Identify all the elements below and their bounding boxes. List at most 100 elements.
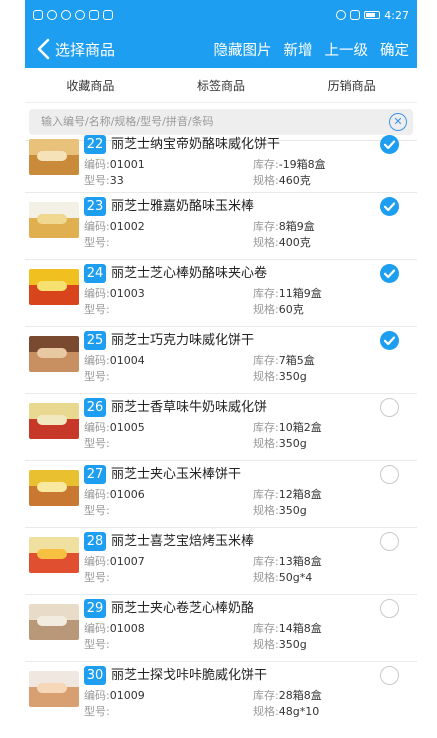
list-item[interactable]: 28 丽芝士喜芝宝焙烤玉米棒 编码:01007 型号: 库存:13箱8盒 规格:50g*4 xyxy=(25,528,417,595)
list-item[interactable]: 30 丽芝士探戈咔咔脆威化饼干 编码:01009 型号: 库存:28箱8盒 规格:48g*… xyxy=(25,662,417,722)
app-icon xyxy=(61,10,71,20)
product-name: 丽芝士喜芝宝焙烤玉米棒 xyxy=(111,534,255,549)
product-code: 编码:01006 xyxy=(84,487,145,502)
spec-value: 350g xyxy=(278,504,307,517)
status-time: 4:27 xyxy=(384,8,409,22)
tab-sales-history[interactable]: 历销商品 xyxy=(328,77,376,94)
product-name: 丽芝士夹心卷芝心棒奶酪 xyxy=(111,601,255,616)
checkmark-icon xyxy=(383,269,396,279)
stock-value: 14箱8盒 xyxy=(278,622,322,635)
code-label: 编码: xyxy=(84,421,110,434)
chevron-left-icon xyxy=(37,38,50,60)
phone-screen: 4:27 选择商品 隐藏图片 新增 上一级 确定 收藏商品 标签商品 历销商品 … xyxy=(25,0,417,722)
stock-label: 库存: xyxy=(253,158,279,171)
product-index-badge: 25 xyxy=(84,331,106,350)
code-value: 01001 xyxy=(109,158,145,171)
product-spec: 规格:350g xyxy=(253,436,307,451)
tab-tagged[interactable]: 标签商品 xyxy=(197,77,245,94)
notification-icon xyxy=(33,10,43,20)
product-stock: 库存:10箱2盒 xyxy=(253,420,322,435)
spec-value: 48g*10 xyxy=(278,705,320,718)
model-label: 型号: xyxy=(84,303,110,316)
product-name: 丽芝士纳宝帝奶酪味威化饼干 xyxy=(111,137,281,152)
product-stock: 库存:13箱8盒 xyxy=(253,554,322,569)
model-label: 型号: xyxy=(84,370,110,383)
product-code: 编码:01005 xyxy=(84,420,145,435)
stock-label: 库存: xyxy=(253,555,279,568)
product-spec: 规格:50g*4 xyxy=(253,570,312,585)
search-box: ✕ xyxy=(29,108,413,135)
product-image xyxy=(29,336,79,372)
hide-images-button[interactable]: 隐藏图片 xyxy=(214,39,272,60)
select-checkbox[interactable] xyxy=(380,197,399,216)
select-checkbox[interactable] xyxy=(380,398,399,417)
product-stock: 库存:12箱8盒 xyxy=(253,487,322,502)
status-icons-left xyxy=(33,10,113,20)
product-spec: 规格:350g xyxy=(253,503,307,518)
add-button[interactable]: 新增 xyxy=(284,39,313,60)
product-list: 22 丽芝士纳宝帝奶酪味威化饼干 编码:01001 型号:33 库存:-19箱8盒 规格:… xyxy=(25,135,417,722)
list-item[interactable]: 29 丽芝士夹心卷芝心棒奶酪 编码:01008 型号: 库存:14箱8盒 规格:350g xyxy=(25,595,417,662)
product-image xyxy=(29,671,79,707)
stock-value: 12箱8盒 xyxy=(278,488,322,501)
spec-value: 350g xyxy=(278,437,307,450)
list-item[interactable]: 22 丽芝士纳宝帝奶酪味威化饼干 编码:01001 型号:33 库存:-19箱8盒 规格:… xyxy=(25,135,417,193)
spec-label: 规格: xyxy=(253,504,279,517)
product-spec: 规格:460克 xyxy=(253,173,311,188)
checkmark-icon xyxy=(383,140,396,150)
list-item[interactable]: 23 丽芝士雅嘉奶酪味玉米棒 编码:01002 型号: 库存:8箱9盒 规格:400克 xyxy=(25,193,417,260)
code-label: 编码: xyxy=(84,555,110,568)
page-title: 选择商品 xyxy=(55,40,116,59)
app-bar: 选择商品 隐藏图片 新增 上一级 确定 xyxy=(25,30,417,68)
code-value: 01002 xyxy=(109,220,145,233)
select-checkbox[interactable] xyxy=(380,331,399,350)
product-spec: 规格:350g xyxy=(253,369,307,384)
stock-value: -19箱8盒 xyxy=(278,158,326,171)
select-checkbox[interactable] xyxy=(380,135,399,154)
model-value: 33 xyxy=(109,174,124,187)
product-image xyxy=(29,403,79,439)
product-model: 型号: xyxy=(84,570,110,585)
product-name: 丽芝士夹心玉米棒饼干 xyxy=(111,467,242,482)
select-checkbox[interactable] xyxy=(380,599,399,618)
code-value: 01005 xyxy=(109,421,145,434)
back-button[interactable]: 选择商品 xyxy=(35,38,115,60)
select-checkbox[interactable] xyxy=(380,666,399,685)
model-label: 型号: xyxy=(84,437,110,450)
code-label: 编码: xyxy=(84,354,110,367)
search-input[interactable] xyxy=(39,114,389,129)
stock-value: 8箱9盒 xyxy=(278,220,315,233)
list-item[interactable]: 24 丽芝士芝心棒奶酪味夹心卷 编码:01003 型号: 库存:11箱9盒 规格:60克 xyxy=(25,260,417,327)
spec-label: 规格: xyxy=(253,705,279,718)
product-index-badge: 26 xyxy=(84,398,106,417)
product-model: 型号: xyxy=(84,436,110,451)
spec-value: 350g xyxy=(278,370,307,383)
list-item[interactable]: 26 丽芝士香草味牛奶味威化饼 编码:01005 型号: 库存:10箱2盒 规格:350g xyxy=(25,394,417,461)
product-index-badge: 28 xyxy=(84,532,106,551)
product-name: 丽芝士巧克力味威化饼干 xyxy=(111,333,255,348)
product-image xyxy=(29,604,79,640)
stock-label: 库存: xyxy=(253,689,279,702)
model-label: 型号: xyxy=(84,236,110,249)
spec-value: 350g xyxy=(278,638,307,651)
product-index-badge: 23 xyxy=(84,197,106,216)
tab-favorites[interactable]: 收藏商品 xyxy=(66,77,114,94)
list-item[interactable]: 27 丽芝士夹心玉米棒饼干 编码:01006 型号: 库存:12箱8盒 规格:350g xyxy=(25,461,417,528)
product-stock: 库存:7箱5盒 xyxy=(253,353,315,368)
product-code: 编码:01002 xyxy=(84,219,145,234)
code-label: 编码: xyxy=(84,488,110,501)
shield-icon xyxy=(89,10,99,20)
spec-label: 规格: xyxy=(253,571,279,584)
select-checkbox[interactable] xyxy=(380,465,399,484)
code-value: 01004 xyxy=(109,354,145,367)
select-checkbox[interactable] xyxy=(380,264,399,283)
confirm-button[interactable]: 确定 xyxy=(380,39,409,60)
list-item[interactable]: 25 丽芝士巧克力味威化饼干 编码:01004 型号: 库存:7箱5盒 规格:350g xyxy=(25,327,417,394)
product-image xyxy=(29,470,79,506)
product-spec: 规格:350g xyxy=(253,637,307,652)
parent-level-button[interactable]: 上一级 xyxy=(325,39,369,60)
product-code: 编码:01004 xyxy=(84,353,145,368)
code-label: 编码: xyxy=(84,220,110,233)
clear-icon[interactable]: ✕ xyxy=(389,112,407,131)
select-checkbox[interactable] xyxy=(380,532,399,551)
